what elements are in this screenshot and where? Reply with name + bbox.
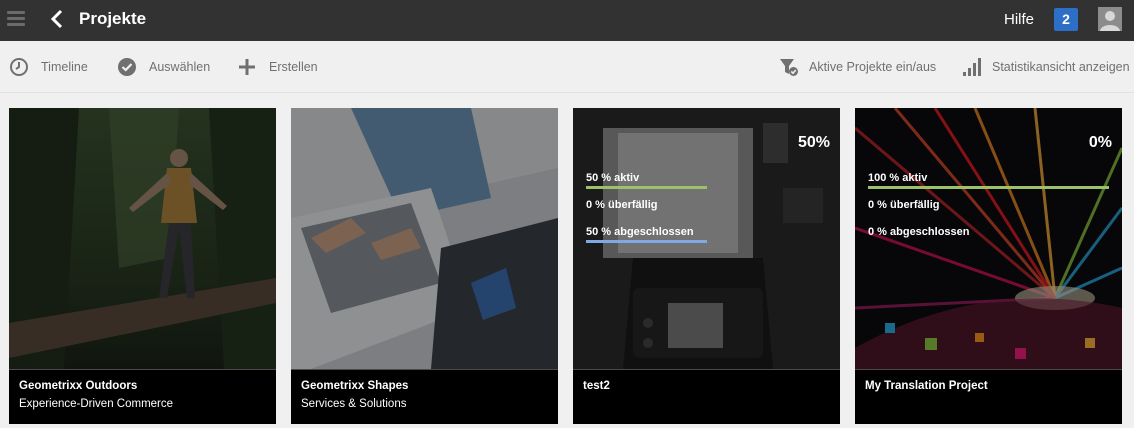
- clock-icon: [10, 58, 28, 76]
- project-card[interactable]: Geometrixx Shapes Services & Solutions: [291, 108, 558, 424]
- card-subtitle: Experience-Driven Commerce: [19, 398, 174, 410]
- progress-percent: 50%: [797, 134, 830, 151]
- laptop-photo-image: [291, 108, 558, 369]
- overdue-stat: 0 % überfällig: [868, 199, 940, 211]
- active-stat: 50 % aktiv: [586, 172, 640, 184]
- select-button[interactable]: Auswählen: [117, 57, 210, 77]
- stats-view-button[interactable]: Statistikansicht anzeigen: [962, 57, 1130, 77]
- card-title: My Translation Project: [865, 380, 988, 392]
- done-stat: 0 % abgeschlossen: [868, 226, 970, 238]
- done-stat: 50 % abgeschlossen: [586, 226, 694, 238]
- card-title: Geometrixx Outdoors: [19, 380, 138, 392]
- card-subtitle: Services & Solutions: [301, 398, 407, 410]
- project-card[interactable]: 0% 100 % aktiv 0 % überfällig 0 % abgesc…: [855, 108, 1122, 424]
- card-title: test2: [583, 380, 610, 392]
- timeline-button[interactable]: Timeline: [9, 57, 88, 77]
- bar-chart-icon: [963, 58, 981, 76]
- menu-icon[interactable]: [7, 11, 25, 27]
- card-footer: Geometrixx Outdoors Experience-Driven Co…: [9, 369, 276, 424]
- project-thumbnail: [9, 108, 276, 369]
- toggle-active-label: Aktive Projekte ein/aus: [809, 60, 937, 74]
- notification-badge[interactable]: 2: [1054, 8, 1078, 31]
- active-bar: [586, 186, 707, 189]
- filter-check-icon: [780, 59, 798, 76]
- overdue-stat: 0 % überfällig: [586, 199, 658, 211]
- user-silhouette-icon: [1098, 7, 1122, 31]
- create-label: Erstellen: [269, 60, 318, 74]
- back-arrow-icon[interactable]: [48, 9, 68, 29]
- project-card[interactable]: 50% 50 % aktiv 0 % überfällig 50 % abges…: [573, 108, 840, 424]
- user-avatar[interactable]: [1098, 7, 1122, 31]
- help-link[interactable]: Hilfe: [1004, 11, 1034, 28]
- card-footer: My Translation Project: [855, 369, 1122, 424]
- project-card[interactable]: Geometrixx Outdoors Experience-Driven Co…: [9, 108, 276, 424]
- action-toolbar: Timeline Auswählen Erstellen Aktive Proj…: [0, 41, 1134, 93]
- page-title: Projekte: [79, 9, 147, 28]
- active-bar: [868, 186, 1109, 189]
- timeline-label: Timeline: [41, 60, 88, 74]
- card-title: Geometrixx Shapes: [301, 380, 409, 392]
- stats-label: Statistikansicht anzeigen: [992, 60, 1130, 74]
- hiker-photo-image: [9, 108, 276, 369]
- check-circle-icon: [118, 58, 136, 76]
- select-label: Auswählen: [149, 60, 211, 74]
- card-footer: test2: [573, 369, 840, 424]
- toggle-active-projects-button[interactable]: Aktive Projekte ein/aus: [779, 57, 936, 77]
- done-bar: [586, 240, 707, 243]
- project-thumbnail: [855, 108, 1122, 369]
- light-burst-image: [855, 108, 1122, 369]
- progress-percent: 0%: [1088, 134, 1112, 151]
- active-stat: 100 % aktiv: [868, 172, 928, 184]
- create-button[interactable]: Erstellen: [237, 57, 318, 77]
- top-header: Projekte Hilfe 2: [0, 0, 1134, 41]
- plus-icon: [239, 59, 255, 75]
- card-footer: Geometrixx Shapes Services & Solutions: [291, 369, 558, 424]
- project-thumbnail: [291, 108, 558, 369]
